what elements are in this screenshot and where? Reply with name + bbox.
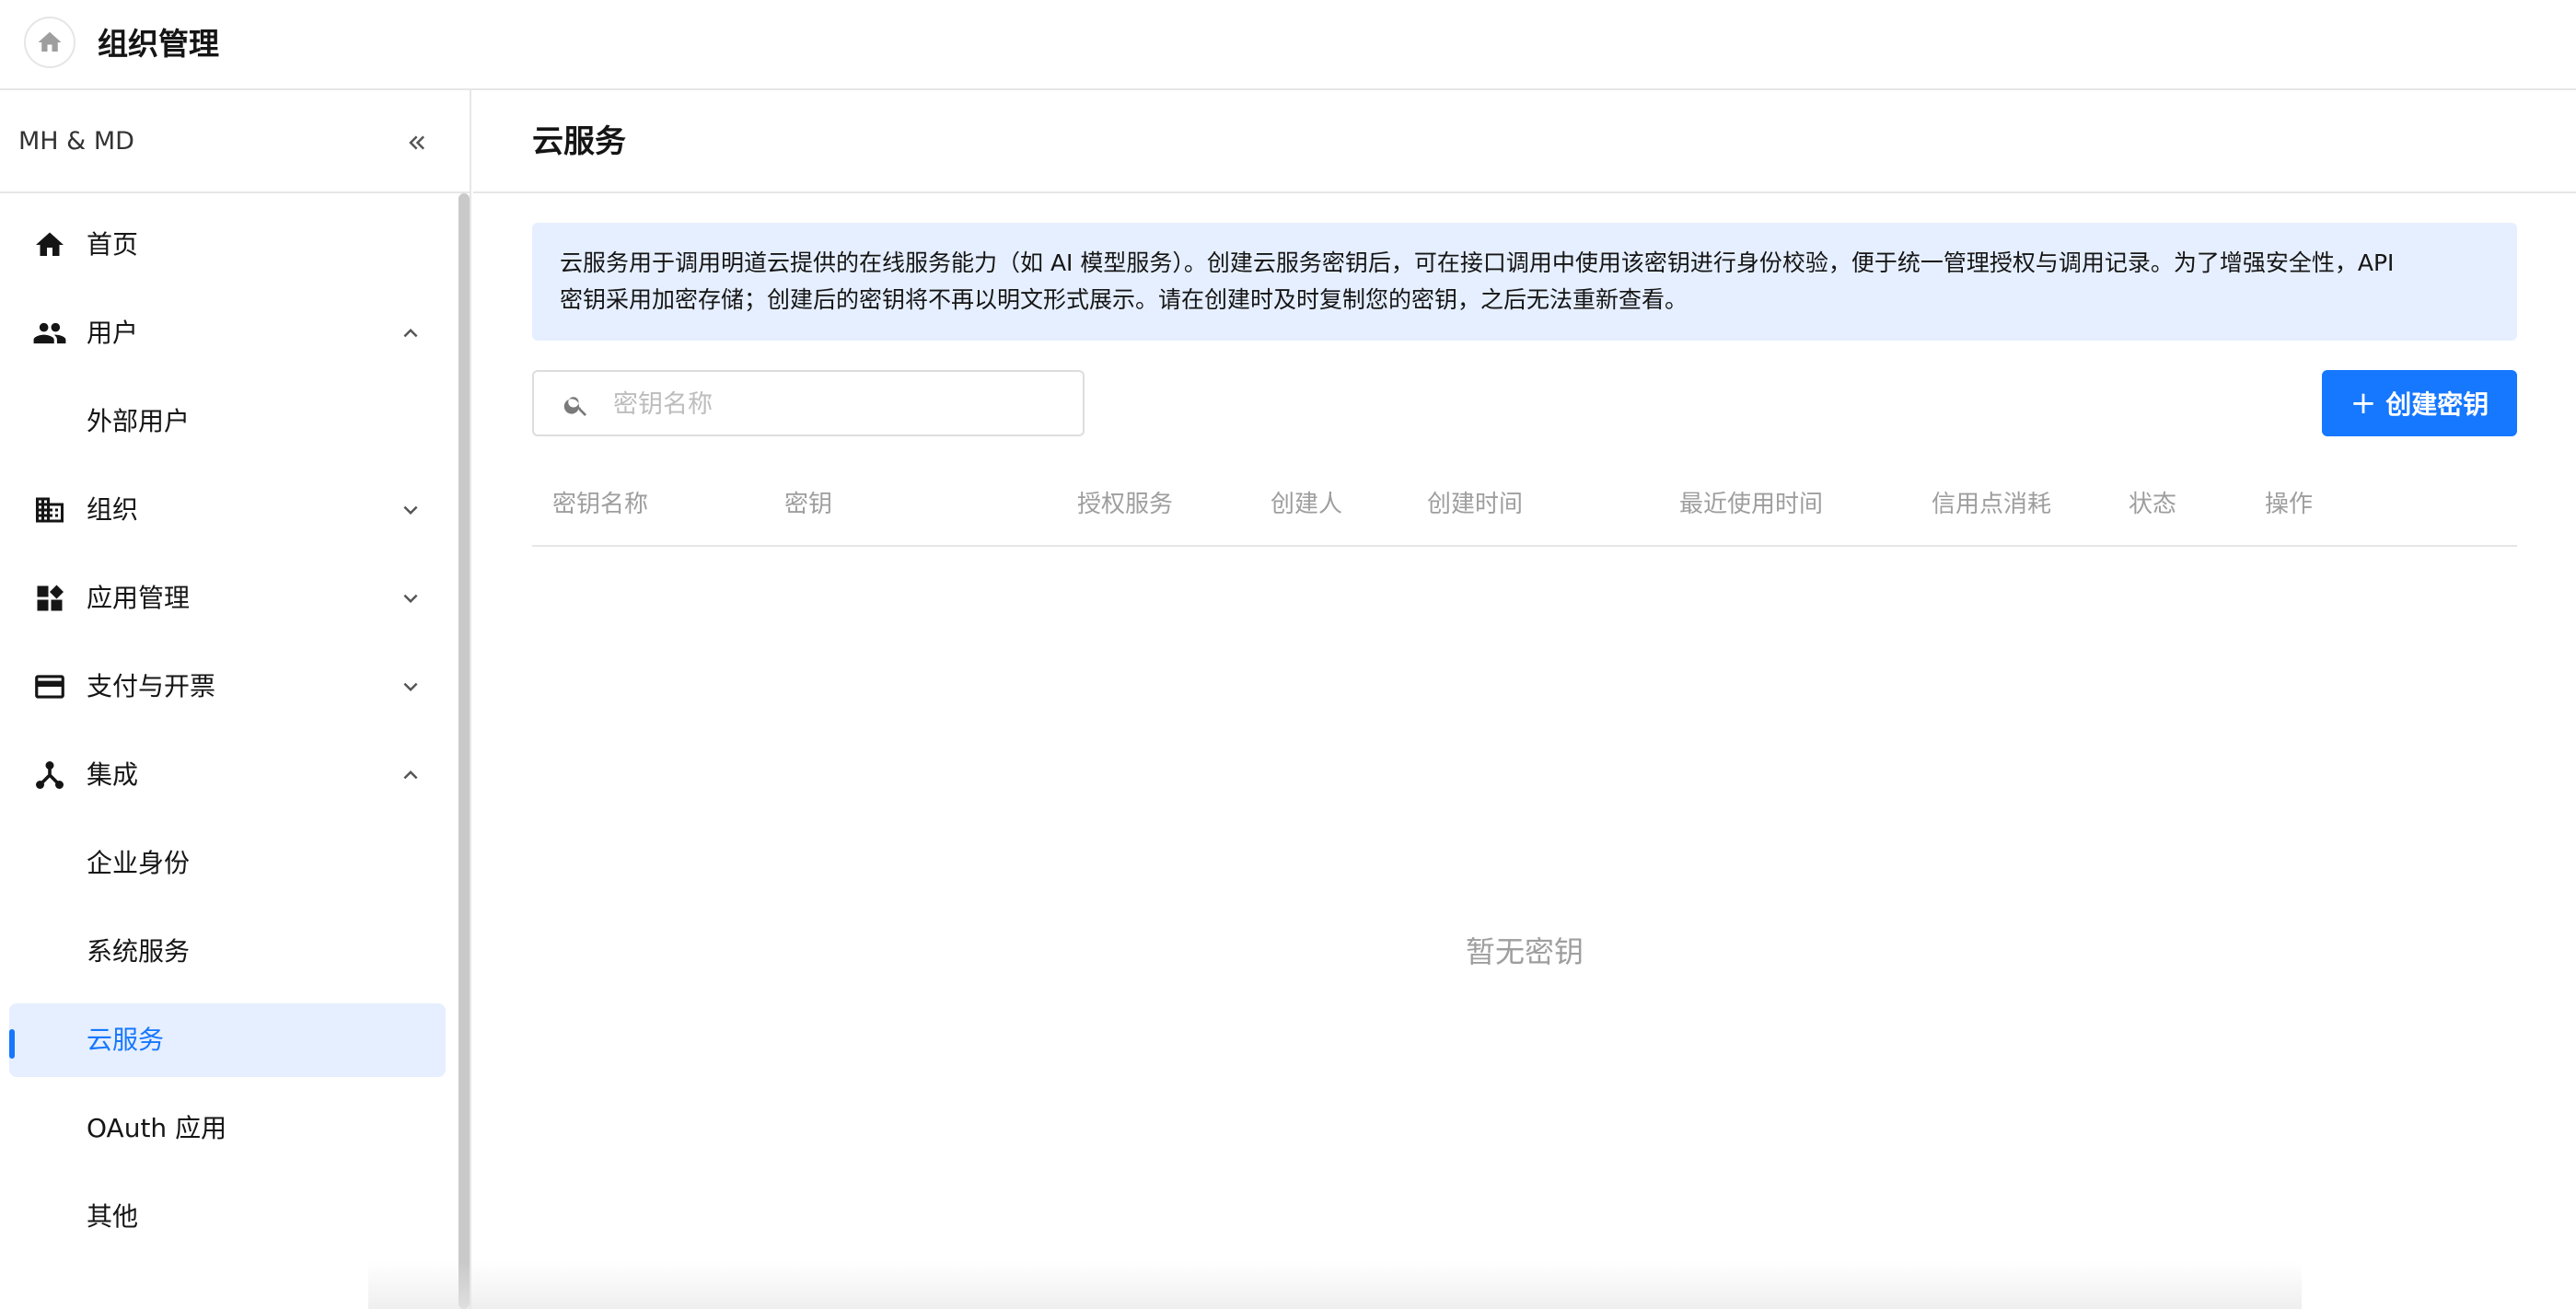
sidebar-item-organization[interactable]: 组织 — [9, 473, 446, 547]
home-button[interactable] — [24, 17, 75, 68]
search-input[interactable] — [613, 385, 1064, 423]
column-header: 操作 — [2265, 491, 2314, 518]
apps-icon — [31, 580, 68, 617]
sidebar-item-enterprise-identity[interactable]: 企业身份 — [9, 827, 446, 900]
column-header: 信用点消耗 — [1932, 491, 2052, 518]
column-header: 密钥 — [784, 491, 833, 518]
sidebar-item-external-users[interactable]: 外部用户 — [9, 385, 446, 458]
sidebar-item-app-management[interactable]: 应用管理 — [9, 562, 446, 635]
empty-state-text: 暂无密钥 — [1465, 934, 1584, 969]
home-icon — [31, 226, 68, 263]
users-icon — [31, 315, 68, 352]
table-header: 密钥名称 密钥 授权服务 创建人 创建时间 最近使用时间 信用点消耗 状态 操作 — [532, 473, 2517, 547]
column-header: 密钥名称 — [552, 491, 649, 518]
sidebar-item-users[interactable]: 用户 — [9, 296, 446, 370]
notice-text-line-1: 云服务用于调用明道云提供的在线服务能力（如 AI 模型服务）。创建云服务密钥后，… — [560, 249, 2395, 276]
sidebar-scrollbar[interactable] — [458, 193, 470, 1309]
create-key-label: 创建密钥 — [2385, 389, 2489, 420]
info-notice: 云服务用于调用明道云提供的在线服务能力（如 AI 模型服务）。创建云服务密钥后，… — [532, 223, 2517, 341]
sidebar-item-oauth-apps[interactable]: OAuth 应用 — [9, 1092, 446, 1165]
notice-text-line-2: 密钥采用加密存储；创建后的密钥将不再以明文形式展示。请在创建时及时复制您的密钥，… — [560, 286, 1688, 313]
search-box[interactable] — [532, 370, 1085, 436]
sidebar-item-label: 用户 — [87, 318, 139, 348]
org-switcher[interactable]: MH & MD — [0, 90, 471, 193]
sidebar-item-home[interactable]: 首页 — [9, 208, 446, 282]
sidebar-item-label: 外部用户 — [87, 406, 191, 436]
sidebar-item-label: 集成 — [87, 759, 139, 790]
chevron-down-icon — [392, 580, 429, 617]
sidebar-item-cloud-services[interactable]: 云服务 — [9, 1003, 446, 1077]
bottom-shadow — [368, 1261, 2302, 1309]
active-indicator — [9, 1029, 15, 1059]
app-title: 组织管理 — [98, 26, 219, 62]
sidebar-item-label: 组织 — [87, 494, 139, 525]
sidebar-item-label: 支付与开票 — [87, 671, 216, 701]
sidebar-item-other[interactable]: 其他 — [9, 1180, 446, 1254]
building-icon — [31, 492, 68, 528]
plus-icon: + — [2350, 385, 2377, 422]
sidebar-item-system-services[interactable]: 系统服务 — [9, 915, 446, 989]
credit-card-icon — [31, 668, 68, 705]
sidebar-item-label: 企业身份 — [87, 848, 191, 878]
sidebar-item-integration[interactable]: 集成 — [9, 738, 446, 812]
home-icon — [38, 31, 62, 52]
double-chevron-left-icon — [409, 135, 424, 150]
chevron-down-icon — [392, 492, 429, 528]
sidebar-item-label: OAuth 应用 — [87, 1113, 227, 1143]
top-header: 组织管理 — [0, 0, 2576, 90]
org-name: MH & MD — [18, 127, 134, 156]
sidebar-item-label: 其他 — [87, 1201, 139, 1232]
integration-icon — [31, 757, 68, 794]
column-header: 创建人 — [1271, 491, 1343, 518]
chevron-down-icon — [392, 668, 429, 705]
chevron-up-icon — [392, 757, 429, 794]
sidebar-item-label: 首页 — [87, 229, 139, 260]
column-header: 授权服务 — [1077, 491, 1174, 518]
page-title: 云服务 — [532, 123, 626, 160]
page-header: 云服务 — [473, 90, 2576, 193]
sidebar-item-label: 系统服务 — [87, 936, 191, 967]
collapse-sidebar-button[interactable] — [396, 122, 438, 164]
column-header: 最近使用时间 — [1679, 491, 1824, 518]
chevron-up-icon — [392, 315, 429, 352]
create-key-button[interactable]: + 创建密钥 — [2322, 370, 2517, 436]
sidebar-item-label: 云服务 — [87, 1025, 165, 1055]
sidebar-item-label: 应用管理 — [87, 583, 191, 613]
search-icon — [562, 390, 591, 420]
column-header: 状态 — [2129, 491, 2177, 518]
sidebar-item-payment-invoice[interactable]: 支付与开票 — [9, 650, 446, 724]
column-header: 创建时间 — [1427, 491, 1524, 518]
